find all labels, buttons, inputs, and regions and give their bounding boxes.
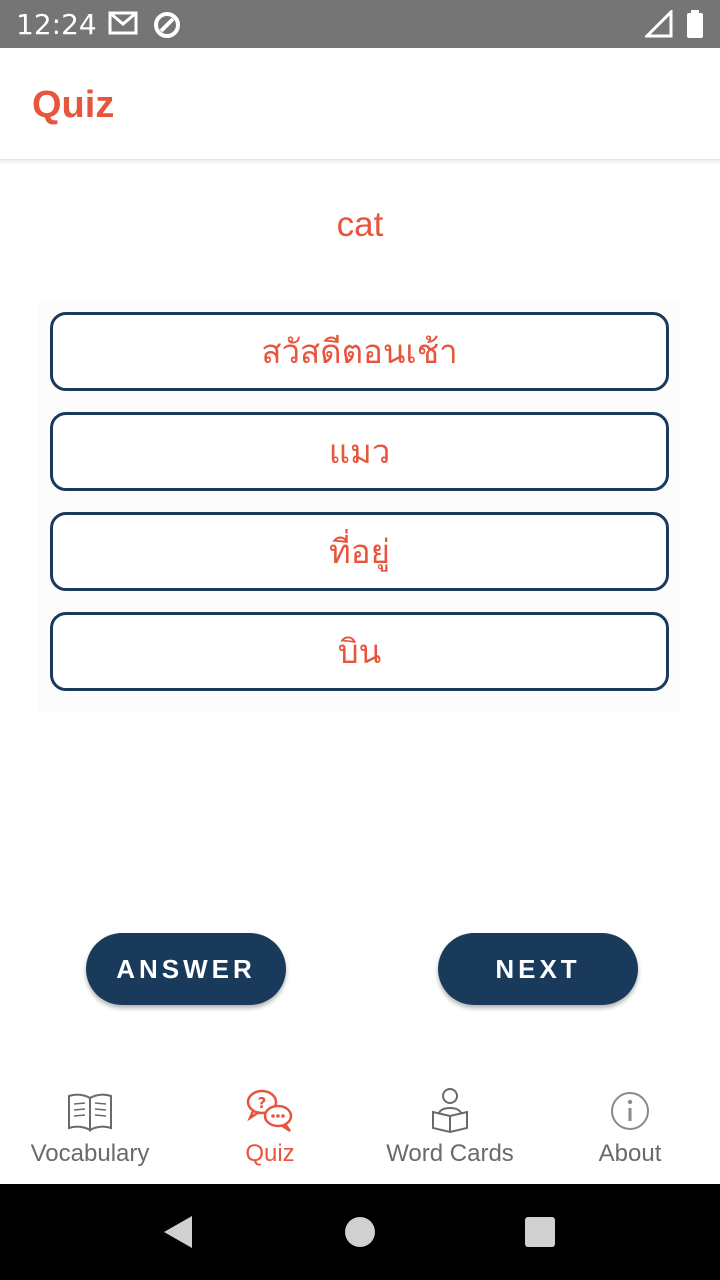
nav-item-vocabulary[interactable]: Vocabulary: [0, 1072, 180, 1184]
quiz-option-4[interactable]: บิน: [50, 612, 669, 691]
nav-label-word-cards: Word Cards: [386, 1140, 514, 1167]
svg-text:?: ?: [258, 1094, 267, 1112]
status-bar: 12:24: [0, 0, 720, 48]
quiz-option-1[interactable]: สวัสดีตอนเช้า: [50, 312, 669, 391]
nav-label-about: About: [598, 1140, 662, 1167]
nav-item-about[interactable]: About: [540, 1072, 720, 1184]
quiz-chat-icon: ?: [245, 1086, 295, 1136]
sync-icon: [152, 10, 182, 45]
next-button[interactable]: NEXT: [438, 933, 638, 1005]
quiz-option-3[interactable]: ที่อยู่: [50, 512, 669, 591]
home-icon[interactable]: [342, 1214, 378, 1255]
book-icon: [65, 1086, 115, 1136]
system-nav-bar: [0, 1184, 720, 1280]
status-time: 12:24: [16, 8, 97, 41]
info-icon: [605, 1086, 655, 1136]
bottom-nav: Vocabulary ? Quiz Word Cards About: [0, 1072, 720, 1184]
gmail-icon: [108, 10, 138, 41]
recents-icon[interactable]: [522, 1214, 558, 1255]
page-title: Quiz: [32, 84, 115, 126]
battery-icon: [686, 10, 704, 43]
quiz-options-panel: สวัสดีตอนเช้า แมว ที่อยู่ บิน: [38, 300, 680, 712]
reader-icon: [425, 1086, 475, 1136]
nav-item-word-cards[interactable]: Word Cards: [360, 1072, 540, 1184]
signal-icon: [643, 8, 673, 43]
app-bar: Quiz: [0, 48, 720, 160]
answer-button[interactable]: ANSWER: [86, 933, 286, 1005]
nav-label-quiz: Quiz: [245, 1140, 295, 1167]
back-icon[interactable]: [160, 1214, 196, 1255]
nav-label-vocabulary: Vocabulary: [30, 1140, 150, 1167]
quiz-question-word: cat: [336, 205, 384, 244]
quiz-option-2[interactable]: แมว: [50, 412, 669, 491]
nav-item-quiz[interactable]: ? Quiz: [180, 1072, 360, 1184]
